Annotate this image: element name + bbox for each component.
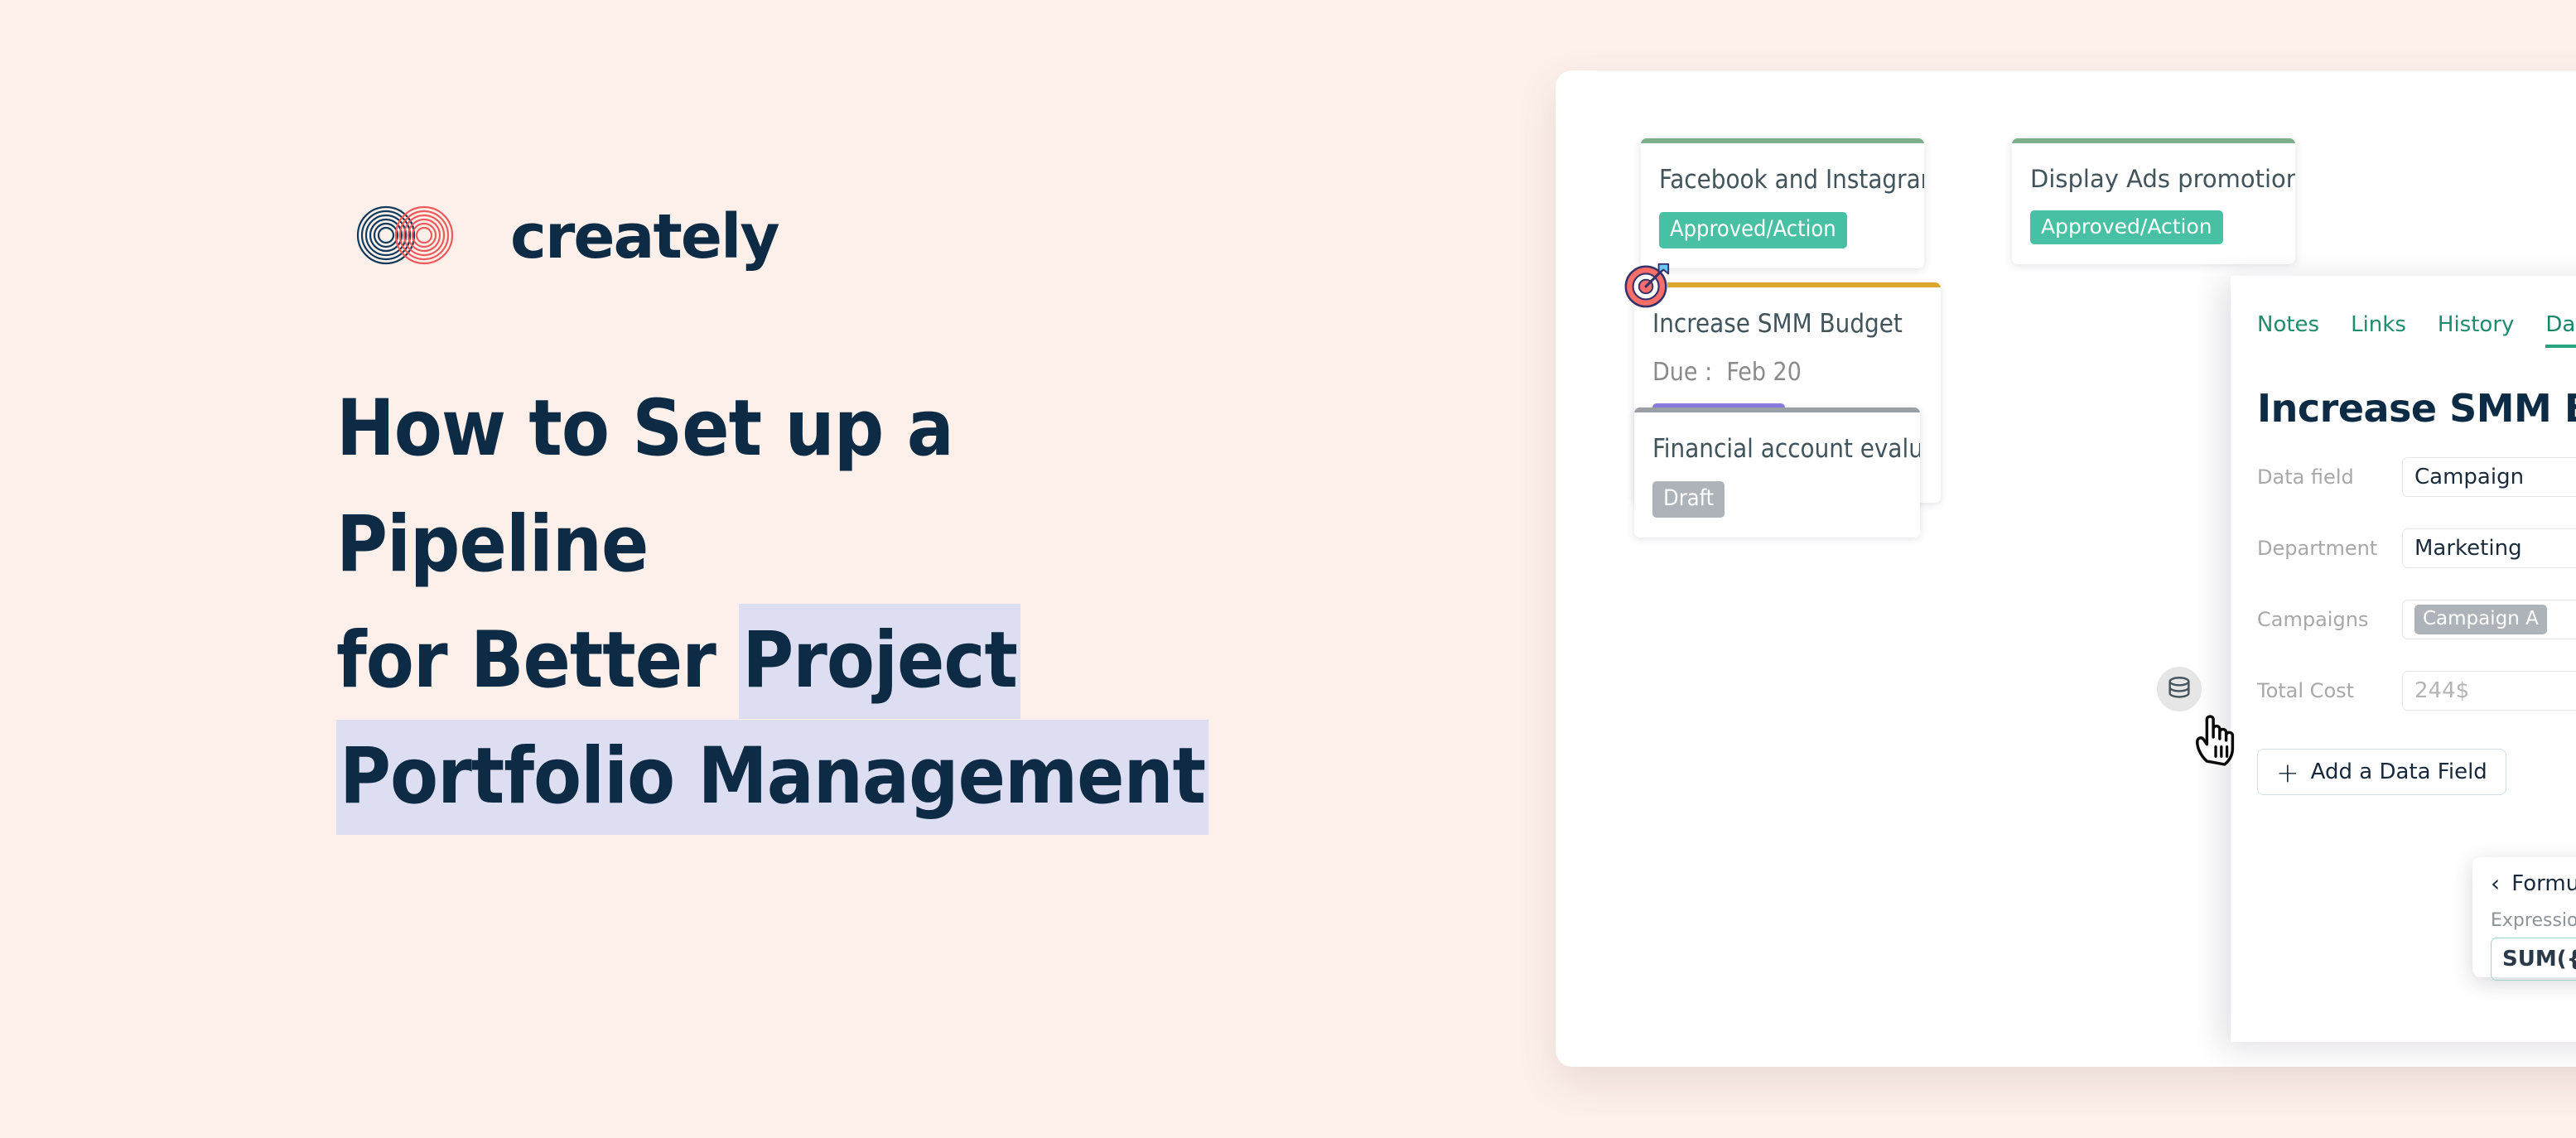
database-icon	[2168, 677, 2190, 698]
tab-history[interactable]: History	[2438, 312, 2515, 348]
target-dartboard-icon	[1623, 263, 1670, 309]
tab-notes[interactable]: Notes	[2257, 312, 2319, 348]
detail-tabs: Notes Links History Data	[2231, 276, 2576, 348]
field-label: Campaigns	[2257, 607, 2369, 631]
add-data-field-button[interactable]: + Add a Data Field	[2257, 749, 2506, 795]
field-row-total-cost: Total Cost 244$	[2257, 670, 2576, 711]
data-fields-list: Data field Campaign Department Marketing…	[2231, 431, 2576, 711]
field-label: Data field	[2257, 465, 2354, 489]
due-value: Feb 20	[1726, 358, 1802, 388]
status-badge[interactable]: Approved/Action	[2030, 210, 2223, 245]
expression-input[interactable]: SUM({{Campaign}})	[2491, 938, 2576, 981]
field-row-department: Department Marketing	[2257, 528, 2576, 568]
formula-header: ‹ Formula	[2491, 871, 2576, 896]
card-financial-evaluation[interactable]: Financial account evaluation Draft	[1634, 407, 1920, 538]
card-display-ads[interactable]: Display Ads promotion Approved/Action	[2012, 138, 2295, 265]
headline-highlight-project: Project	[739, 604, 1020, 720]
card-title: Financial account evaluation	[1652, 434, 1920, 464]
card-title: Facebook and Instagram Campaign - June	[1659, 165, 1924, 195]
detail-panel-title: Increase SMM Budget	[2257, 386, 2576, 431]
status-badge[interactable]: Draft	[1652, 481, 1725, 518]
field-row-data-field: Data field Campaign	[2257, 456, 2576, 497]
due-label: Due :	[1652, 358, 1713, 388]
page-title: How to Set up a Pipeline for Better Proj…	[336, 371, 1247, 836]
card-title: Increase SMM Budget	[1652, 309, 1903, 339]
headline-line-2-plain: for Better	[336, 615, 740, 706]
field-value-input[interactable]: Marketing	[2402, 528, 2576, 568]
tab-links[interactable]: Links	[2351, 312, 2406, 348]
expression-label: Expression	[2491, 910, 2576, 931]
headline-line-1: How to Set up a Pipeline	[336, 383, 954, 591]
infinity-rings-logo-icon	[356, 205, 454, 265]
plus-icon: +	[2276, 755, 2299, 788]
chevron-left-icon[interactable]: ‹	[2491, 872, 2500, 895]
brand-name: creately	[510, 201, 780, 272]
formula-popup: ‹ Formula Expression SUM({{Campaign}})	[2472, 857, 2576, 981]
field-label: Department	[2257, 536, 2378, 560]
field-row-campaigns: Campaigns Campaign A	[2257, 599, 2576, 639]
field-value-input[interactable]: 244$	[2402, 670, 2576, 711]
card-due-date: Due : Feb 20	[1652, 358, 1922, 387]
formula-title: Formula	[2511, 871, 2576, 896]
field-value-input[interactable]: Campaign	[2402, 456, 2576, 497]
database-button[interactable]	[2157, 667, 2202, 711]
tab-data[interactable]: Data	[2545, 312, 2576, 348]
field-value-input[interactable]: Campaign A	[2402, 599, 2576, 639]
card-title: Display Ads promotion	[2030, 165, 2295, 193]
add-data-field-label: Add a Data Field	[2310, 759, 2487, 784]
status-badge[interactable]: Approved/Action	[1659, 212, 1847, 248]
card-facebook-campaign[interactable]: Facebook and Instagram Campaign - June A…	[1641, 138, 1924, 268]
pointing-hand-cursor-icon	[2196, 715, 2235, 766]
campaign-chip[interactable]: Campaign A	[2414, 604, 2547, 634]
brand-logo: creately	[351, 201, 780, 272]
headline-highlight-portfolio: Portfolio Management	[336, 720, 1209, 836]
hero-left-column: creately How to Set up a Pipeline for Be…	[0, 0, 1557, 1138]
field-label: Total Cost	[2257, 678, 2355, 702]
